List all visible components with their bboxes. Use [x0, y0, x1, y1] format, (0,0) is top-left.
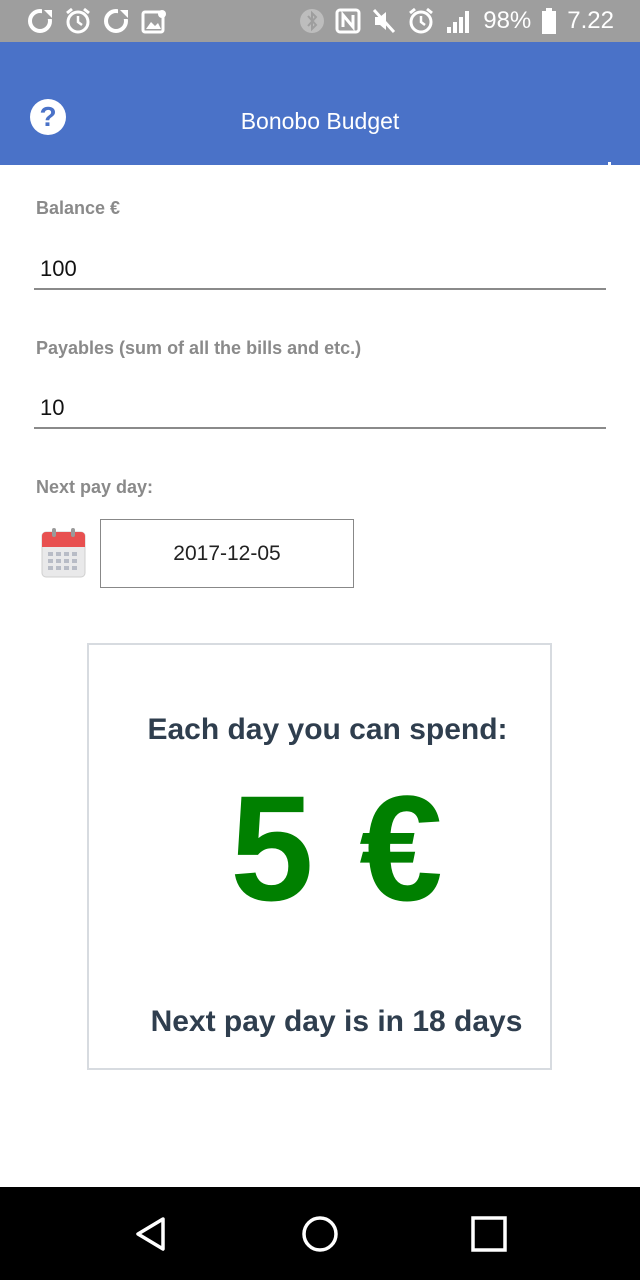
- next-pay-day-value: 2017-12-05: [173, 541, 281, 565]
- alarm-icon: [409, 7, 434, 34]
- alarm-icon: [66, 7, 90, 34]
- status-bar: 98% 7.22: [0, 0, 640, 42]
- balance-input[interactable]: [34, 250, 606, 290]
- balance-label: Balance €: [36, 198, 121, 218]
- payables-input[interactable]: [34, 389, 606, 429]
- home-icon[interactable]: [301, 1215, 339, 1253]
- signal-icon: [447, 11, 470, 33]
- nfc-icon: [335, 8, 361, 34]
- status-right-icons: 98% 7.22: [299, 6, 614, 36]
- battery-percent: 98%: [483, 7, 532, 34]
- gallery-icon: [141, 10, 166, 34]
- status-left-icons: [26, 6, 168, 36]
- recents-icon[interactable]: [470, 1215, 508, 1253]
- app-bar: ? Bonobo Budget: [0, 42, 640, 165]
- navigation-bar: [0, 1187, 640, 1280]
- bluetooth-icon: [300, 9, 325, 33]
- battery-icon: [542, 8, 557, 34]
- status-time: 7.22: [567, 7, 614, 34]
- next-pay-day-note: Next pay day is in 18 days: [150, 1005, 523, 1038]
- daily-spend-heading: Each day you can spend:: [147, 713, 508, 746]
- calendar-icon[interactable]: [41, 528, 86, 578]
- payables-label: Payables (sum of all the bills and etc.): [36, 338, 362, 358]
- next-pay-day-label: Next pay day:: [36, 477, 154, 497]
- overflow-dot: [608, 162, 611, 165]
- sync-icon: [28, 9, 52, 33]
- next-pay-day-button[interactable]: 2017-12-05: [100, 519, 354, 588]
- back-icon[interactable]: [133, 1215, 169, 1253]
- app-title: Bonobo Budget: [240, 108, 400, 134]
- sync-icon: [104, 9, 128, 33]
- mute-icon: [373, 8, 396, 34]
- result-card: Each day you can spend: 5 € Next pay day…: [87, 643, 552, 1070]
- daily-spend-amount: 5 €: [230, 764, 445, 932]
